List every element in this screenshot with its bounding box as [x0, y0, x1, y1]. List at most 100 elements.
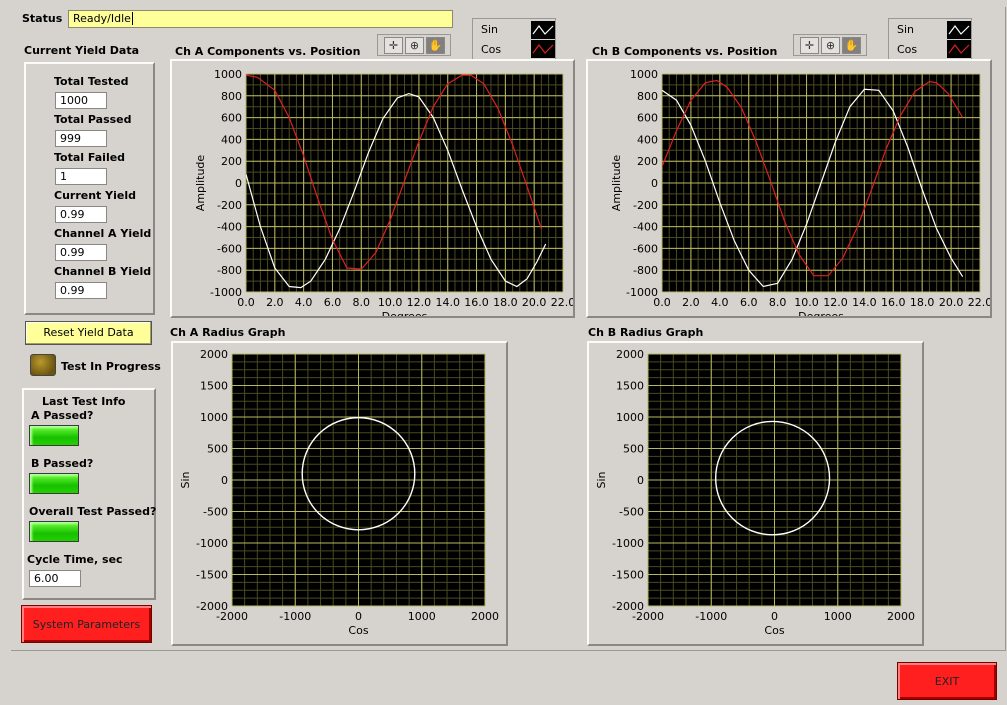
a-passed-label: A Passed? — [31, 409, 94, 422]
legend-sin-label: Sin — [897, 23, 915, 36]
system-parameters-button[interactable]: System Parameters — [21, 605, 152, 643]
y-tick-label: 400 — [637, 133, 658, 146]
x-tick-label: 1000 — [408, 610, 436, 623]
cycle-time-field: 6.00 — [29, 570, 81, 587]
channel-a-yield-field: 0.99 — [55, 244, 107, 261]
reset-yield-button[interactable]: Reset Yield Data — [25, 321, 152, 345]
a-passed-led — [29, 425, 79, 446]
legend-cos-label: Cos — [481, 43, 502, 56]
y-tick-label: -400 — [633, 221, 658, 234]
y-axis-label: Sin — [179, 471, 192, 488]
cursor-move-icon[interactable]: ✛ — [384, 36, 403, 54]
y-tick-label: -200 — [633, 199, 658, 212]
x-tick-label: 10.0 — [378, 296, 403, 309]
y-tick-label: 1000 — [616, 411, 644, 424]
y-tick-label: -500 — [203, 506, 228, 519]
y-tick-label: 200 — [221, 155, 242, 168]
current-yield-label: Current Yield — [54, 189, 136, 202]
ch-b-components-graph[interactable]: 0.0 2.0 4.0 6.0 8.0 10.0 12.0 14.0 16.0 18.0 20.0 2… — [586, 59, 992, 318]
y-tick-label: -200 — [217, 199, 242, 212]
y-tick-label: 0 — [651, 177, 658, 190]
ch-a-components-graph[interactable]: 0.0 2.0 4.0 6.0 8.0 10.0 12.0 14.0 16.0 18.0 20.0 2… — [170, 59, 575, 318]
x-tick-label: 12.0 — [407, 296, 432, 309]
y-axis-label: Amplitude — [610, 155, 623, 212]
zoom-icon[interactable]: ⊕ — [821, 36, 840, 54]
y-tick-label: -600 — [633, 242, 658, 255]
y-tick-label: -600 — [217, 242, 242, 255]
x-tick-label: 14.0 — [435, 296, 460, 309]
current-yield-field: 0.99 — [55, 206, 107, 223]
ch-b-radius-graph[interactable]: -2000 -1000 0 1000 2000 2000 1500 1000 500 0 -500 -… — [587, 341, 924, 646]
ch-a-legend[interactable]: Sin Cos — [472, 18, 556, 60]
legend-swatches — [531, 21, 555, 58]
zoom-icon[interactable]: ⊕ — [405, 36, 424, 54]
y-tick-label: -2000 — [612, 600, 644, 613]
y-tick-label: 500 — [623, 443, 644, 456]
ch-b-legend[interactable]: Sin Cos — [888, 18, 972, 60]
x-tick-label: 6.0 — [740, 296, 758, 309]
ch-b-graph-palette: ✛ ⊕ ✋ — [793, 34, 867, 56]
y-tick-label: 800 — [221, 90, 242, 103]
y-tick-label: -1000 — [196, 537, 228, 550]
y-tick-label: -800 — [217, 264, 242, 277]
yield-section-title: Current Yield Data — [24, 44, 140, 57]
y-tick-label: 600 — [221, 112, 242, 125]
y-tick-label: 2000 — [200, 348, 228, 361]
y-tick-label: 1500 — [200, 380, 228, 393]
total-tested-field: 1000 — [55, 92, 107, 109]
pan-hand-icon[interactable]: ✋ — [842, 36, 861, 54]
y-tick-label: 0 — [637, 474, 644, 487]
y-tick-label: 0 — [235, 177, 242, 190]
x-tick-label: 4.0 — [295, 296, 313, 309]
x-tick-label: 1000 — [824, 610, 852, 623]
pan-hand-icon[interactable]: ✋ — [426, 36, 445, 54]
total-passed-label: Total Passed — [54, 113, 132, 126]
y-tick-label: 1000 — [630, 68, 658, 81]
x-axis-label: Cos — [764, 624, 784, 637]
y-tick-label: 0 — [221, 474, 228, 487]
b-passed-label: B Passed? — [31, 457, 94, 470]
total-failed-field: 1 — [55, 168, 107, 185]
cursor-move-icon[interactable]: ✛ — [800, 36, 819, 54]
x-tick-label: 2.0 — [682, 296, 700, 309]
exit-button[interactable]: EXIT — [897, 662, 997, 700]
test-in-progress-label: Test In Progress — [61, 360, 161, 373]
y-tick-label: -500 — [619, 506, 644, 519]
radius-b-title: Ch B Radius Graph — [588, 326, 704, 339]
y-axis-label: Sin — [595, 471, 608, 488]
status-field[interactable]: Ready/Idle — [68, 10, 453, 28]
x-tick-label: 18.0 — [910, 296, 935, 309]
x-tick-label: 14.0 — [852, 296, 877, 309]
y-tick-label: 1000 — [214, 68, 242, 81]
legend-swatches — [947, 21, 971, 58]
x-tick-label: 18.0 — [493, 296, 518, 309]
x-tick-label: 2000 — [887, 610, 915, 623]
x-tick-label: 8.0 — [769, 296, 787, 309]
channel-b-yield-label: Channel B Yield — [54, 265, 152, 278]
y-tick-label: 200 — [637, 155, 658, 168]
y-tick-label: -1500 — [196, 569, 228, 582]
x-tick-label: -1000 — [279, 610, 311, 623]
y-tick-label: 1000 — [200, 411, 228, 424]
y-tick-label: 600 — [637, 112, 658, 125]
ch-b-title: Ch B Components vs. Position — [592, 45, 778, 58]
last-test-title: Last Test Info — [42, 395, 126, 408]
x-tick-label: 16.0 — [881, 296, 906, 309]
y-axis-label: Amplitude — [194, 155, 207, 212]
b-passed-led — [29, 473, 79, 494]
y-tick-label: -1000 — [612, 537, 644, 550]
total-failed-label: Total Failed — [54, 151, 126, 164]
y-tick-label: 1500 — [616, 380, 644, 393]
ch-a-radius-graph[interactable]: -2000 -1000 0 1000 2000 2000 1500 1000 500 0 -500 -… — [171, 341, 508, 646]
channel-b-yield-field: 0.99 — [55, 282, 107, 299]
channel-a-yield-label: Channel A Yield — [54, 227, 152, 240]
x-tick-label: 2.0 — [266, 296, 284, 309]
y-tick-label: -800 — [633, 264, 658, 277]
total-tested-label: Total Tested — [54, 75, 129, 88]
y-tick-label: -1500 — [612, 569, 644, 582]
cycle-time-label: Cycle Time, sec — [27, 553, 123, 566]
y-tick-label: -2000 — [196, 600, 228, 613]
y-tick-label: 400 — [221, 133, 242, 146]
radius-a-title: Ch A Radius Graph — [170, 326, 286, 339]
x-axis-label: Cos — [348, 624, 368, 637]
